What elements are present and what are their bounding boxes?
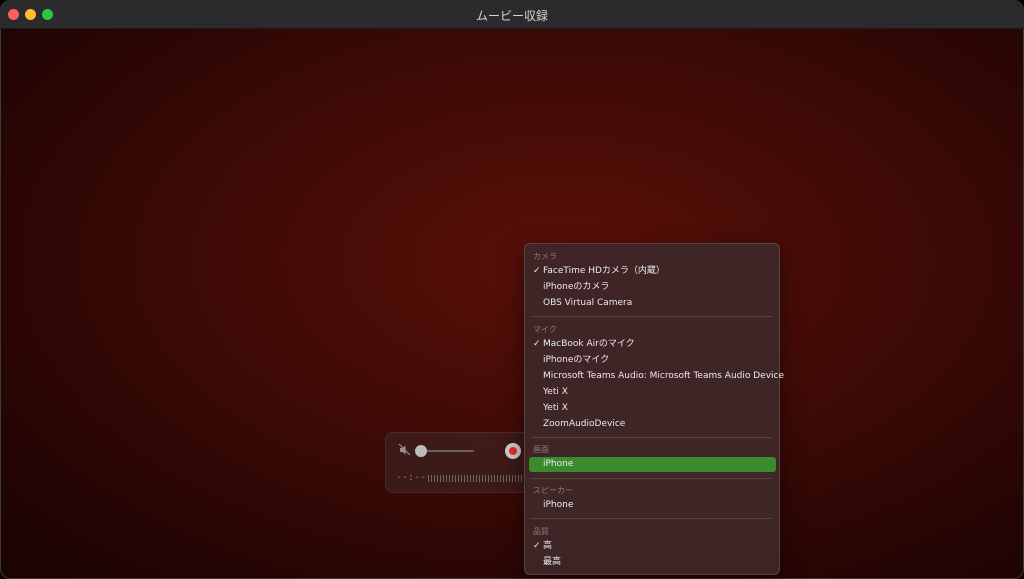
section-camera-title: カメラ: [533, 252, 557, 261]
menu-item-mic-yeti-1[interactable]: Yeti X: [529, 385, 776, 400]
recording-controller: --:--: [385, 432, 537, 493]
check-icon: ✓: [533, 339, 541, 349]
window-title: ムービー収録: [475, 9, 548, 23]
menu-item-mic-teams[interactable]: Microsoft Teams Audio: Microsoft Teams A…: [529, 369, 784, 384]
menu-item-mic-zoom[interactable]: ZoomAudioDevice: [529, 417, 776, 432]
menu-item-screen-iphone[interactable]: iPhone: [529, 457, 776, 472]
menu-item-camera-facetime[interactable]: ✓ FaceTime HDカメラ（内蔵）: [529, 264, 776, 279]
title-bar: ムービー収録: [0, 0, 1024, 29]
menu-item-speaker-iphone[interactable]: iPhone: [529, 498, 776, 513]
elapsed-time: --:--: [396, 472, 427, 483]
record-button[interactable]: [505, 443, 521, 459]
menu-item-camera-obs[interactable]: OBS Virtual Camera: [529, 296, 776, 311]
menu-item-quality-high[interactable]: ✓ 高: [529, 539, 776, 554]
menu-item-camera-iphone[interactable]: iPhoneのカメラ: [529, 280, 776, 295]
section-speaker-title: スピーカー: [533, 486, 573, 495]
options-menu: カメラ ✓ FaceTime HDカメラ（内蔵） iPhoneのカメラ OBS …: [524, 243, 784, 575]
section-quality-title: 品質: [533, 527, 549, 536]
section-mic-title: マイク: [533, 325, 557, 334]
volume-slider-track[interactable]: [420, 450, 474, 452]
speaker-muted-icon[interactable]: [398, 443, 412, 457]
menu-item-mic-iphone[interactable]: iPhoneのマイク: [529, 353, 776, 368]
volume-slider-knob[interactable]: [415, 445, 427, 457]
menu-separator: [531, 518, 772, 519]
quicktime-window: ムービー収録 --:-- カメラ ✓ FaceTime HDカメラ（内蔵） iP…: [0, 0, 1024, 579]
menu-separator: [531, 478, 772, 479]
audio-level-meter: [428, 475, 523, 482]
section-screen-title: 画面: [533, 445, 549, 454]
menu-item-quality-max[interactable]: 最高: [529, 555, 776, 570]
menu-item-mic-yeti-2[interactable]: Yeti X: [529, 401, 776, 416]
check-icon: ✓: [533, 266, 541, 276]
menu-separator: [531, 437, 772, 438]
check-icon: ✓: [533, 541, 541, 551]
menu-separator: [531, 316, 772, 317]
menu-item-mic-macbook[interactable]: ✓ MacBook Airのマイク: [529, 337, 776, 352]
